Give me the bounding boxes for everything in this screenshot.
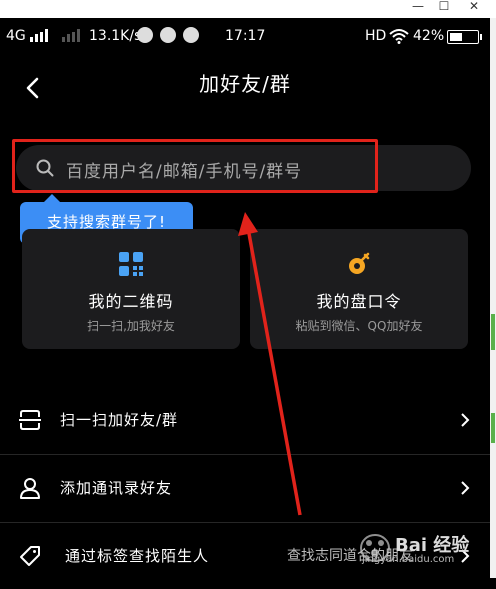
maximize-icon[interactable]: ☐ (430, 0, 458, 14)
chevron-right-icon (461, 481, 470, 495)
row-label: 添加通讯录好友 (60, 479, 173, 497)
row-label: 通过标签查找陌生人 (65, 547, 210, 565)
status-bar: 4G 13.1K/s 17:17 HD 42% (0, 18, 490, 54)
browser-icon (160, 27, 176, 43)
hd-indicator: HD (365, 28, 387, 44)
wifi-icon (389, 29, 409, 44)
wechat-icon (183, 27, 199, 43)
minimize-icon[interactable]: — (404, 0, 432, 14)
clock: 17:17 (225, 28, 266, 44)
battery-icon (447, 30, 482, 44)
scan-add-friend-row[interactable]: 扫一扫加好友/群 (0, 387, 490, 453)
network-speed: 13.1K/s (89, 28, 142, 44)
annotation-highlight-box (12, 139, 378, 193)
key-icon (349, 252, 370, 274)
close-icon[interactable]: ✕ (460, 0, 488, 14)
card-title: 我的盘口令 (316, 292, 402, 311)
window-titlebar: — ☐ ✕ (0, 0, 496, 18)
card-title: 我的二维码 (88, 292, 174, 311)
battery-percent: 42% (413, 28, 445, 44)
qr-code-icon (119, 252, 143, 276)
window-edge (490, 18, 496, 578)
qq-icon (137, 27, 153, 43)
my-pan-password-card[interactable]: 我的盘口令 粘贴到微信、QQ加好友 (250, 229, 468, 349)
page-title: 加好友/群 (199, 72, 291, 96)
contact-icon (20, 478, 40, 499)
card-subtitle: 粘贴到微信、QQ加好友 (295, 319, 423, 333)
chevron-right-icon (461, 413, 470, 427)
card-subtitle: 扫一扫,加我好友 (87, 319, 175, 333)
row-label: 扫一扫加好友/群 (60, 411, 179, 429)
scan-icon (19, 410, 41, 430)
add-contacts-row[interactable]: 添加通讯录好友 (0, 455, 490, 521)
network-type: 4G (6, 28, 26, 44)
signal-2-icon (62, 29, 80, 42)
tag-icon (20, 546, 40, 566)
my-qr-code-card[interactable]: 我的二维码 扫一扫,加我好友 (22, 229, 240, 349)
signal-icon (30, 29, 48, 42)
watermark-url: jingyan.baidu.com (362, 554, 455, 565)
